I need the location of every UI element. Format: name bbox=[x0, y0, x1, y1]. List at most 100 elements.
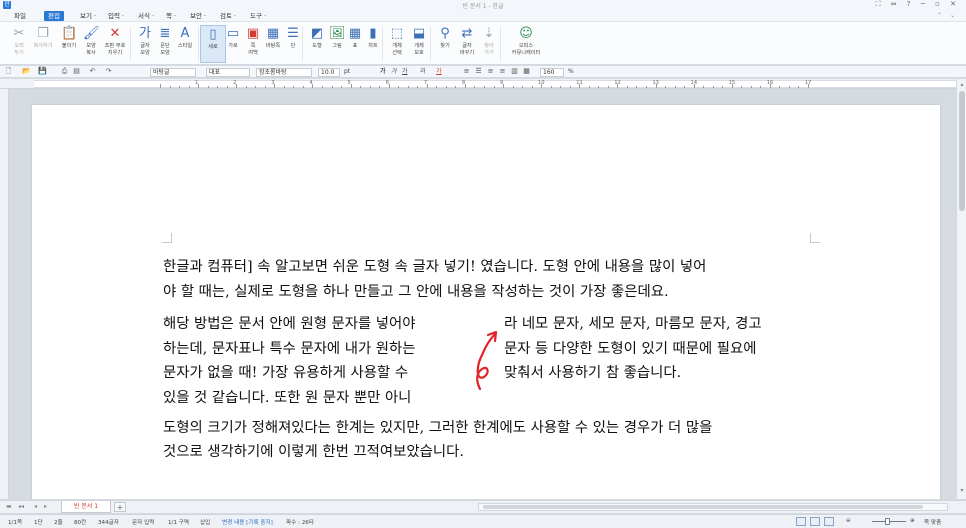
align-right-icon[interactable]: ≡ bbox=[498, 67, 507, 76]
status-input-mode[interactable]: 문자 입력 bbox=[132, 518, 154, 526]
ribbon-collapse-icon[interactable]: ⌃ ⌄ bbox=[937, 12, 958, 19]
office-communicator-button[interactable]: ☺ 오피스 커뮤니케이터 bbox=[506, 25, 546, 63]
align-justify-icon[interactable]: ☰ bbox=[474, 67, 483, 76]
format-toolbar: 🗋 📂 💾 ⎙ ▤ ↶ ↷ 바탕글 대표 함초롬바탕 10.0 pt 가 가 가… bbox=[0, 66, 966, 78]
horizontal-scrollbar[interactable] bbox=[478, 503, 948, 511]
font-select[interactable]: 함초롬바탕 bbox=[256, 67, 312, 77]
menu-bar: 파일 편집 보기 · 입력 · 서식 · 쪽 · 보안 · 검토 · 도구 · … bbox=[0, 10, 966, 22]
align-center-icon[interactable]: ≡ bbox=[486, 67, 495, 76]
body-line-2[interactable]: 야 할 때는, 실제로 도형을 하나 만들고 그 안에 내용을 작성하는 것이 … bbox=[163, 283, 669, 301]
body-line-8[interactable]: 문자 등 다양한 도형이 있기 때문에 필요에 bbox=[504, 340, 757, 358]
document-area[interactable]: 한글과 컴퓨터] 속 알고보면 쉬운 도형 속 글자 넣기! 였습니다. 도형 … bbox=[9, 89, 956, 499]
distribute-icon[interactable]: ▥ bbox=[510, 67, 519, 76]
vertical-ruler[interactable] bbox=[0, 89, 9, 499]
delete-condition-button[interactable]: ✕ 조판 부호 지우기 bbox=[102, 25, 128, 63]
ruler-tick bbox=[188, 86, 190, 88]
undo-icon[interactable]: ↶ bbox=[88, 67, 97, 76]
document-page[interactable]: 한글과 컴퓨터] 속 알고보면 쉬운 도형 속 글자 넣기! 였습니다. 도형 … bbox=[32, 105, 940, 499]
body-line-4[interactable]: 하는데, 문자표나 특수 문자에 내가 원하는 bbox=[163, 340, 416, 358]
ruler-tick bbox=[665, 86, 667, 88]
zoom-fit-label[interactable]: 쪽 맞춤 bbox=[924, 518, 941, 526]
style-icon: A bbox=[180, 26, 190, 41]
add-tab-button[interactable]: + bbox=[114, 502, 126, 512]
menu-security[interactable]: 보안 · bbox=[186, 11, 210, 21]
zoom-in-icon[interactable]: ⊕ bbox=[910, 518, 915, 524]
tab-prev-icon[interactable]: ◂ bbox=[34, 503, 37, 510]
shape-copy-button[interactable]: 🖌 모양 복사 bbox=[78, 25, 104, 63]
body-line-7[interactable]: 라 네모 문자, 세모 문자, 마름모 문자, 경고 bbox=[504, 315, 762, 333]
goto-icon: ⇣ bbox=[483, 26, 495, 41]
ruler-tick bbox=[569, 86, 571, 88]
view-web-icon[interactable] bbox=[810, 517, 820, 526]
menu-page[interactable]: 쪽 · bbox=[162, 11, 180, 21]
status-line: 2줄 bbox=[54, 520, 63, 526]
landscape-page-icon: ▭ bbox=[226, 26, 240, 41]
view-normal-icon[interactable] bbox=[796, 517, 806, 526]
align-left-icon[interactable]: ≡ bbox=[462, 67, 471, 76]
split-icon[interactable]: ▦ bbox=[522, 67, 531, 76]
style-select[interactable]: 바탕글 bbox=[150, 67, 196, 77]
status-track-changes[interactable]: 변경 내용 [기록 중지] bbox=[222, 518, 273, 526]
body-line-1[interactable]: 한글과 컴퓨터] 속 알고보면 쉬운 도형 속 글자 넣기! 였습니다. 도형 … bbox=[163, 258, 706, 276]
goto-button[interactable]: ⇣ 찾아 가기 bbox=[476, 25, 502, 63]
ruler-tick bbox=[398, 86, 400, 88]
document-tab-bar: ▬ ◂◂ ◂ ▸ 빈 문서 1 + bbox=[0, 500, 966, 513]
ruler-tick bbox=[808, 84, 809, 88]
menu-view[interactable]: 보기 · bbox=[76, 11, 100, 21]
format-copy-icon: 🖌 bbox=[83, 26, 100, 41]
tab-menu-icon[interactable]: ▬ bbox=[6, 503, 12, 510]
status-insert-mode[interactable]: 삽입 bbox=[200, 518, 210, 526]
body-line-10[interactable]: 도형의 크기가 정해져있다는 한계는 있지만, 그러한 한계에도 사용할 수 있… bbox=[163, 419, 712, 437]
view-outline-icon[interactable] bbox=[824, 517, 834, 526]
menu-insert[interactable]: 입력 · bbox=[104, 11, 128, 21]
body-line-6[interactable]: 있을 것 같습니다. 또한 원 문자 뿐만 아니 bbox=[163, 389, 411, 407]
menu-format[interactable]: 서식 · bbox=[134, 11, 158, 21]
window-title: 빈 문서 1 - 한글 bbox=[462, 3, 504, 10]
body-line-5[interactable]: 문자가 없을 때! 가장 유용하게 사용할 수 bbox=[163, 364, 408, 382]
tab-first-icon[interactable]: ◂◂ bbox=[18, 503, 24, 510]
ruler-tick bbox=[160, 84, 161, 88]
scroll-thumb[interactable] bbox=[959, 91, 965, 211]
menu-tools[interactable]: 도구 · bbox=[246, 11, 270, 21]
copy-button[interactable]: ❐ 복사하기 bbox=[30, 25, 56, 63]
underline-button[interactable]: 가 bbox=[402, 67, 408, 77]
object-protect-button[interactable]: ⬓ 개체 보호 bbox=[406, 25, 432, 63]
menu-edit[interactable]: 편집 bbox=[44, 11, 64, 21]
ruler-tick bbox=[674, 86, 676, 88]
print-icon[interactable]: ⎙ bbox=[60, 67, 69, 76]
margin-corner-tr bbox=[810, 233, 820, 243]
scroll-down-icon[interactable]: ▾ bbox=[958, 487, 966, 494]
menu-file[interactable]: 파일 bbox=[10, 11, 30, 21]
body-line-3[interactable]: 해당 방법은 문서 안에 원형 문자를 넣어야 bbox=[163, 315, 416, 333]
italic-button[interactable]: 가 bbox=[391, 67, 397, 77]
ruler-tick bbox=[350, 84, 352, 88]
hscroll-thumb[interactable] bbox=[483, 505, 923, 509]
scroll-up-icon[interactable]: ▴ bbox=[958, 81, 966, 88]
preview-icon[interactable]: ▤ bbox=[72, 67, 81, 76]
tab-next-icon[interactable]: ▸ bbox=[44, 503, 47, 510]
window-controls[interactable]: ⛶ ⇔ ? ─ ▫ ✕ bbox=[876, 0, 960, 9]
zoom-slider-knob[interactable] bbox=[885, 518, 890, 525]
text-color-button[interactable]: 가 bbox=[436, 67, 442, 77]
open-folder-icon[interactable]: 📂 bbox=[22, 67, 31, 76]
strike-button[interactable]: 과 bbox=[420, 67, 426, 77]
page-bg-icon: ▦ bbox=[266, 26, 280, 41]
language-select[interactable]: 대표 bbox=[206, 67, 250, 77]
style-button[interactable]: A 스타일 bbox=[172, 25, 198, 63]
save-icon[interactable]: 💾 bbox=[38, 67, 47, 76]
new-doc-icon[interactable]: 🗋 bbox=[4, 67, 13, 76]
redo-icon[interactable]: ↷ bbox=[104, 67, 113, 76]
vertical-scrollbar[interactable]: ▴ ▾ bbox=[956, 79, 966, 499]
body-line-11[interactable]: 것으로 생각하기에 이렇게 한번 끄적여보았습니다. bbox=[163, 443, 464, 461]
tab-document-1[interactable]: 빈 문서 1 bbox=[61, 501, 111, 513]
ruler-tick bbox=[436, 86, 438, 88]
ruler-tick bbox=[417, 86, 419, 88]
body-line-9[interactable]: 맞춰서 사용하기 참 좋습니다. bbox=[504, 364, 681, 382]
menu-review[interactable]: 검토 · bbox=[216, 11, 240, 21]
bold-button[interactable]: 가 bbox=[380, 67, 386, 77]
zoom-input[interactable]: 160 bbox=[540, 67, 564, 77]
horizontal-ruler[interactable]: 1 2 3 4 5 6 7 8 9 10 11 12 13 14 15 16 17 bbox=[0, 79, 966, 89]
cut-button[interactable]: ✂ 오려 두기 bbox=[6, 25, 32, 63]
font-size-input[interactable]: 10.0 bbox=[318, 67, 340, 77]
zoom-out-icon[interactable]: ⊖ bbox=[846, 518, 851, 524]
